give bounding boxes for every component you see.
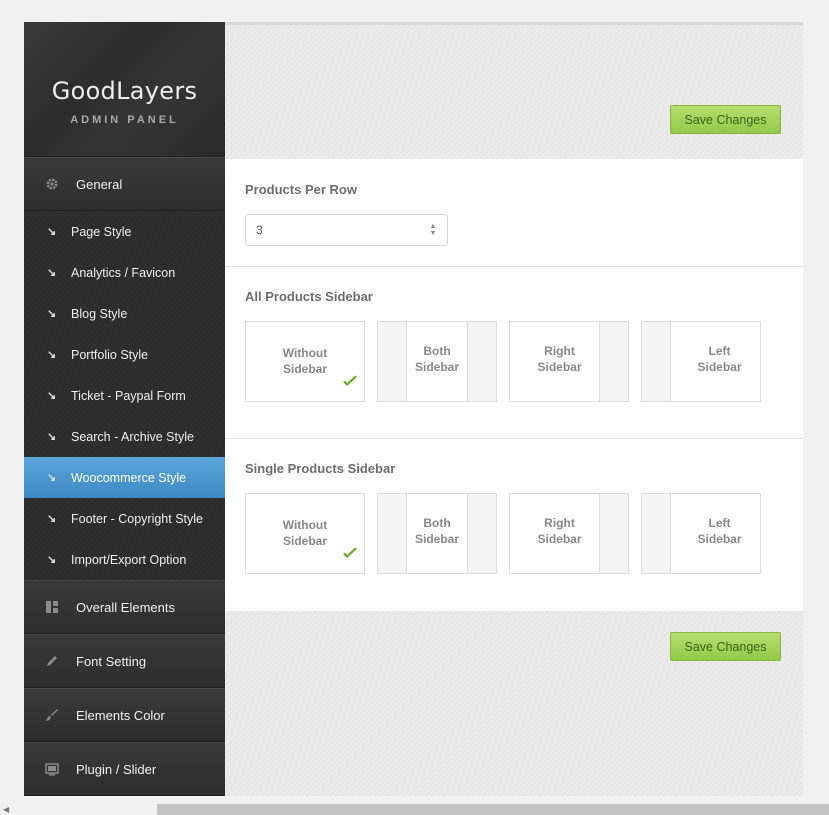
admin-sidebar: GoodLayers ADMIN PANEL General ↘ Page Sty… [24, 22, 225, 796]
sidebar-subitem-analytics-favicon[interactable]: ↘ Analytics / Favicon [24, 252, 225, 293]
option-label-line2: Sidebar [537, 532, 582, 546]
sidebar-subitem-label: Woocommerce Style [71, 470, 187, 485]
sidebar-subitem-label: Page Style [71, 224, 132, 239]
option-label-line1: Left [708, 344, 731, 358]
sidebar-preview-right [599, 494, 628, 573]
sidebar-subitem-label: Footer - Copyright Style [71, 511, 203, 526]
all-products-sidebar-section: All Products Sidebar Without Sidebar Both… [225, 267, 803, 439]
arrow-down-right-icon: ↘ [47, 308, 57, 320]
single-sidebar-option-left[interactable]: Left Sidebar [641, 493, 761, 574]
woocommerce-settings-panel: Products Per Row 3 ▲ ▼ All Products Sideb… [225, 159, 803, 611]
option-label-line1: Right [544, 516, 575, 530]
slider-icon [44, 761, 60, 777]
sidebar-preview-right [599, 322, 628, 401]
single-sidebar-option-right[interactable]: Right Sidebar [509, 493, 629, 574]
spinner-arrows-icon[interactable]: ▲ ▼ [429, 223, 437, 237]
sidebar-item-elements-color[interactable]: Elements Color [24, 688, 225, 742]
option-label-line2: Sidebar [414, 360, 459, 374]
sidebar-subitem-import-export[interactable]: ↘ Import/Export Option [24, 539, 225, 580]
scroll-left-arrow-icon[interactable]: ◀ [3, 805, 9, 814]
option-label-line1: Without [282, 346, 328, 360]
sidebar-item-font-setting[interactable]: Font Setting [24, 634, 225, 688]
option-label-line1: Both [423, 516, 451, 530]
single-products-sidebar-section: Single Products Sidebar Without Sidebar B… [225, 439, 803, 611]
arrow-down-right-icon: ↘ [47, 267, 57, 279]
arrow-down-right-icon: ↘ [47, 472, 57, 484]
sidebar-subitem-ticket-paypal[interactable]: ↘ Ticket - Paypal Form [24, 375, 225, 416]
arrow-down-right-icon: ↘ [47, 554, 57, 566]
sidebar-subitem-label: Search - Archive Style [71, 429, 194, 444]
sidebar-subitem-blog-style[interactable]: ↘ Blog Style [24, 293, 225, 334]
sidebar-item-label: Elements Color [76, 707, 165, 723]
general-submenu: ↘ Page Style ↘ Analytics / Favicon ↘ Blog S… [24, 211, 225, 580]
all-sidebar-option-without[interactable]: Without Sidebar [245, 321, 365, 402]
products-per-row-title: Products Per Row [245, 182, 357, 197]
single-sidebar-option-without[interactable]: Without Sidebar [245, 493, 365, 574]
sidebar-subitem-search-archive[interactable]: ↘ Search - Archive Style [24, 416, 225, 457]
option-label-line2: Sidebar [282, 534, 327, 548]
arrow-down-right-icon: ↘ [47, 349, 57, 361]
sidebar-preview-left [642, 322, 671, 401]
all-products-sidebar-title: All Products Sidebar [245, 289, 373, 304]
option-label-line1: Right [544, 344, 575, 358]
option-label-line2: Sidebar [414, 532, 459, 546]
arrow-down-right-icon: ↘ [47, 513, 57, 525]
all-sidebar-option-both[interactable]: Both Sidebar [377, 321, 497, 402]
sidebar-item-label: General [76, 176, 123, 192]
products-per-row-value: 3 [256, 223, 263, 237]
sidebar-item-overall-elements[interactable]: Overall Elements [24, 580, 225, 634]
checkmark-icon [342, 547, 358, 565]
sidebar-subitem-page-style[interactable]: ↘ Page Style [24, 211, 225, 252]
save-changes-button-top[interactable]: Save Changes [670, 105, 781, 134]
products-per-row-section: Products Per Row 3 ▲ ▼ [225, 159, 803, 267]
sidebar-item-label: Font Setting [76, 653, 147, 669]
option-label-line2: Sidebar [697, 360, 742, 374]
brand-logo: GoodLayers ADMIN PANEL [24, 22, 225, 157]
arrow-down-right-icon: ↘ [47, 431, 57, 443]
sidebar-item-label: Overall Elements [76, 599, 175, 615]
sidebar-subitem-footer-copyright[interactable]: ↘ Footer - Copyright Style [24, 498, 225, 539]
products-per-row-input[interactable]: 3 ▲ ▼ [245, 214, 448, 246]
sidebar-subitem-label: Portfolio Style [71, 347, 149, 362]
option-label-line2: Sidebar [282, 362, 327, 376]
sidebar-item-label: Plugin / Slider [76, 761, 157, 777]
gear-icon [44, 176, 60, 192]
sidebar-item-plugin-slider[interactable]: Plugin / Slider [24, 742, 225, 796]
sidebar-preview-left [642, 494, 671, 573]
save-changes-button-bottom[interactable]: Save Changes [670, 632, 781, 661]
settings-content: Save Changes Products Per Row 3 ▲ ▼ All P… [225, 22, 803, 796]
checkmark-icon [342, 375, 358, 393]
option-label-line1: Left [708, 516, 731, 530]
layout-icon [44, 599, 60, 615]
sidebar-subitem-label: Analytics / Favicon [71, 265, 176, 280]
sidebar-subitem-woocommerce-style[interactable]: ↘ Woocommerce Style [24, 457, 225, 498]
single-sidebar-option-both[interactable]: Both Sidebar [377, 493, 497, 574]
arrow-down-right-icon: ↘ [47, 390, 57, 402]
horizontal-scrollbar[interactable]: ◀ [0, 803, 829, 815]
option-label-line1: Without [282, 518, 328, 532]
scrollbar-thumb[interactable] [157, 804, 829, 815]
pencil-icon [44, 653, 60, 669]
brush-icon [44, 707, 60, 723]
all-sidebar-option-left[interactable]: Left Sidebar [641, 321, 761, 402]
sidebar-subitem-label: Import/Export Option [71, 552, 187, 567]
all-sidebar-option-right[interactable]: Right Sidebar [509, 321, 629, 402]
arrow-down-right-icon: ↘ [47, 226, 57, 238]
option-label-line2: Sidebar [697, 532, 742, 546]
brand-subtitle: ADMIN PANEL [70, 114, 179, 126]
option-label-line2: Sidebar [537, 360, 582, 374]
single-products-sidebar-title: Single Products Sidebar [245, 461, 396, 476]
sidebar-item-general[interactable]: General [24, 157, 225, 211]
brand-title: GoodLayers [51, 77, 198, 105]
sidebar-subitem-label: Blog Style [71, 306, 128, 321]
sidebar-subitem-portfolio-style[interactable]: ↘ Portfolio Style [24, 334, 225, 375]
option-label-line1: Both [423, 344, 451, 358]
sidebar-subitem-label: Ticket - Paypal Form [71, 388, 186, 403]
